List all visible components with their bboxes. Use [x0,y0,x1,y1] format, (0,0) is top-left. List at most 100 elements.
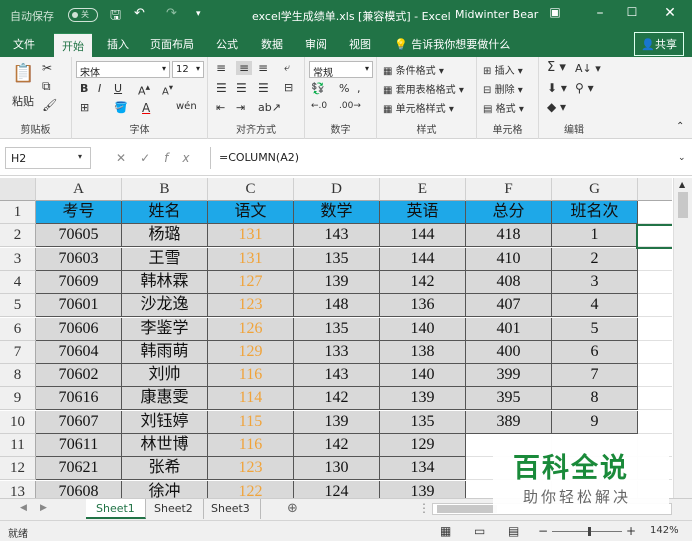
font-name-select[interactable]: 宋体 ▾ [76,61,170,79]
tab-file[interactable]: 文件 [13,36,35,52]
table-cell[interactable]: 康惠雯 [122,387,208,411]
table-cell[interactable]: 133 [294,340,380,364]
table-cell[interactable]: 沙龙逸 [122,294,208,318]
table-cell[interactable]: 张希 [122,457,208,481]
table-cell[interactable]: 韩林霖 [122,270,208,294]
scroll-up-icon[interactable]: ▲ [679,180,685,189]
font-color-icon[interactable]: A [142,101,150,115]
table-cell[interactable]: 70601 [36,294,122,318]
hscroll-thumb[interactable] [437,505,497,513]
row-header-11[interactable]: 11 [0,434,36,457]
table-cell[interactable]: 127 [208,270,294,294]
cut-icon[interactable]: ✂ [42,61,52,75]
table-cell[interactable] [638,410,672,434]
table-cell[interactable]: 9 [552,410,638,434]
table-cell[interactable]: 4 [552,294,638,318]
row-header-7[interactable]: 7 [0,340,36,364]
sheet-tab-1[interactable]: Sheet1 [86,499,146,519]
zoom-out-icon[interactable]: − [538,524,548,538]
underline-button[interactable]: U [114,82,122,95]
find-icon[interactable]: ⚲ ▾ [575,81,594,95]
increase-indent-icon[interactable]: ⇥ [236,101,245,114]
table-cell[interactable]: 70603 [36,247,122,271]
table-cell[interactable]: 1 [552,224,638,248]
table-cell[interactable]: 70604 [36,340,122,364]
table-cell[interactable]: 148 [294,294,380,318]
column-header-g[interactable]: G [552,178,638,201]
tab-formulas[interactable]: 公式 [216,36,238,52]
formula-input[interactable]: =COLUMN(A2) [210,147,686,169]
table-cell[interactable]: 70606 [36,317,122,341]
table-cell[interactable]: 139 [380,480,466,498]
table-cell[interactable] [638,387,672,411]
header-cell[interactable]: 数学 [294,201,380,224]
wrap-text-icon[interactable]: ⤶ [284,61,290,75]
table-cell[interactable]: 135 [294,317,380,341]
table-cell[interactable] [638,317,672,341]
row-header-1[interactable]: 1 [0,201,36,224]
table-cell[interactable]: 6 [552,340,638,364]
table-cell[interactable]: 140 [380,364,466,388]
table-cell[interactable]: 70611 [36,434,122,457]
table-cell[interactable]: 70609 [36,270,122,294]
vertical-scrollbar[interactable]: ▲ [673,178,692,498]
insert-cells-button[interactable]: ⊞ 插入 ▾ [483,62,523,77]
ribbon-display-icon[interactable]: ▣ [540,5,570,19]
table-cell[interactable]: 5 [552,317,638,341]
customize-qat-icon[interactable]: ▾ [196,9,201,19]
table-cell[interactable]: 410 [466,247,552,271]
zoom-slider[interactable] [552,527,622,536]
table-cell[interactable]: 70605 [36,224,122,248]
row-header-9[interactable]: 9 [0,387,36,411]
cell-style-button[interactable]: ▦ 单元格样式 ▾ [383,100,454,115]
zoom-slider-thumb[interactable] [588,527,591,536]
row-header-12[interactable]: 12 [0,457,36,481]
table-cell[interactable] [638,364,672,388]
table-cell[interactable]: 70621 [36,457,122,481]
align-top-icon[interactable]: ≡ [216,61,226,75]
table-cell[interactable]: 135 [294,247,380,271]
table-cell[interactable] [638,270,672,294]
table-cell[interactable]: 122 [208,480,294,498]
sheet-tab-3[interactable]: Sheet3 [201,499,261,519]
redo-icon[interactable]: ↷ [166,6,177,21]
table-cell[interactable]: 130 [294,457,380,481]
table-cell[interactable]: 刘钰婷 [122,410,208,434]
increase-decimal-icon[interactable]: ←.0 [311,101,327,111]
table-cell[interactable]: 124 [294,480,380,498]
table-cell[interactable]: 144 [380,247,466,271]
table-cell[interactable]: 389 [466,410,552,434]
merge-center-icon[interactable]: ⊟ [284,81,293,94]
paste-button[interactable]: 粘贴 [12,93,34,109]
column-header-h[interactable] [638,178,672,201]
maximize-icon[interactable]: ☐ [617,5,647,19]
table-format-button[interactable]: ▦ 套用表格格式 ▾ [383,81,464,96]
insert-function-icon[interactable]: fx [164,151,203,165]
table-cell[interactable]: 李鉴学 [122,317,208,341]
row-header-6[interactable]: 6 [0,317,36,341]
phonetic-icon[interactable]: wén [176,101,197,112]
decrease-decimal-icon[interactable]: .00→ [339,101,361,111]
table-cell[interactable]: 林世博 [122,434,208,457]
table-cell[interactable]: 139 [380,387,466,411]
sheet-tab-2[interactable]: Sheet2 [144,499,204,519]
autosum-icon[interactable]: Σ ▾ [547,60,566,75]
table-cell[interactable]: 418 [466,224,552,248]
table-cell[interactable]: 134 [380,457,466,481]
row-header-13[interactable]: 13 [0,480,36,498]
autosave-toggle[interactable]: 关 [68,8,98,22]
row-header-10[interactable]: 10 [0,410,36,434]
table-cell[interactable]: 139 [294,410,380,434]
table-cell[interactable]: 7 [552,364,638,388]
orientation-icon[interactable]: ab↗ [258,101,281,114]
table-cell[interactable]: 70616 [36,387,122,411]
table-cell[interactable]: 70602 [36,364,122,388]
table-cell[interactable] [638,201,672,224]
percent-icon[interactable]: % [339,82,349,95]
column-header-f[interactable]: F [466,178,552,201]
header-cell[interactable]: 姓名 [122,201,208,224]
fill-color-icon[interactable]: 🪣 [114,101,128,114]
align-middle-icon[interactable]: ≡ [236,61,253,75]
table-cell[interactable]: 135 [380,410,466,434]
header-cell[interactable]: 语文 [208,201,294,224]
